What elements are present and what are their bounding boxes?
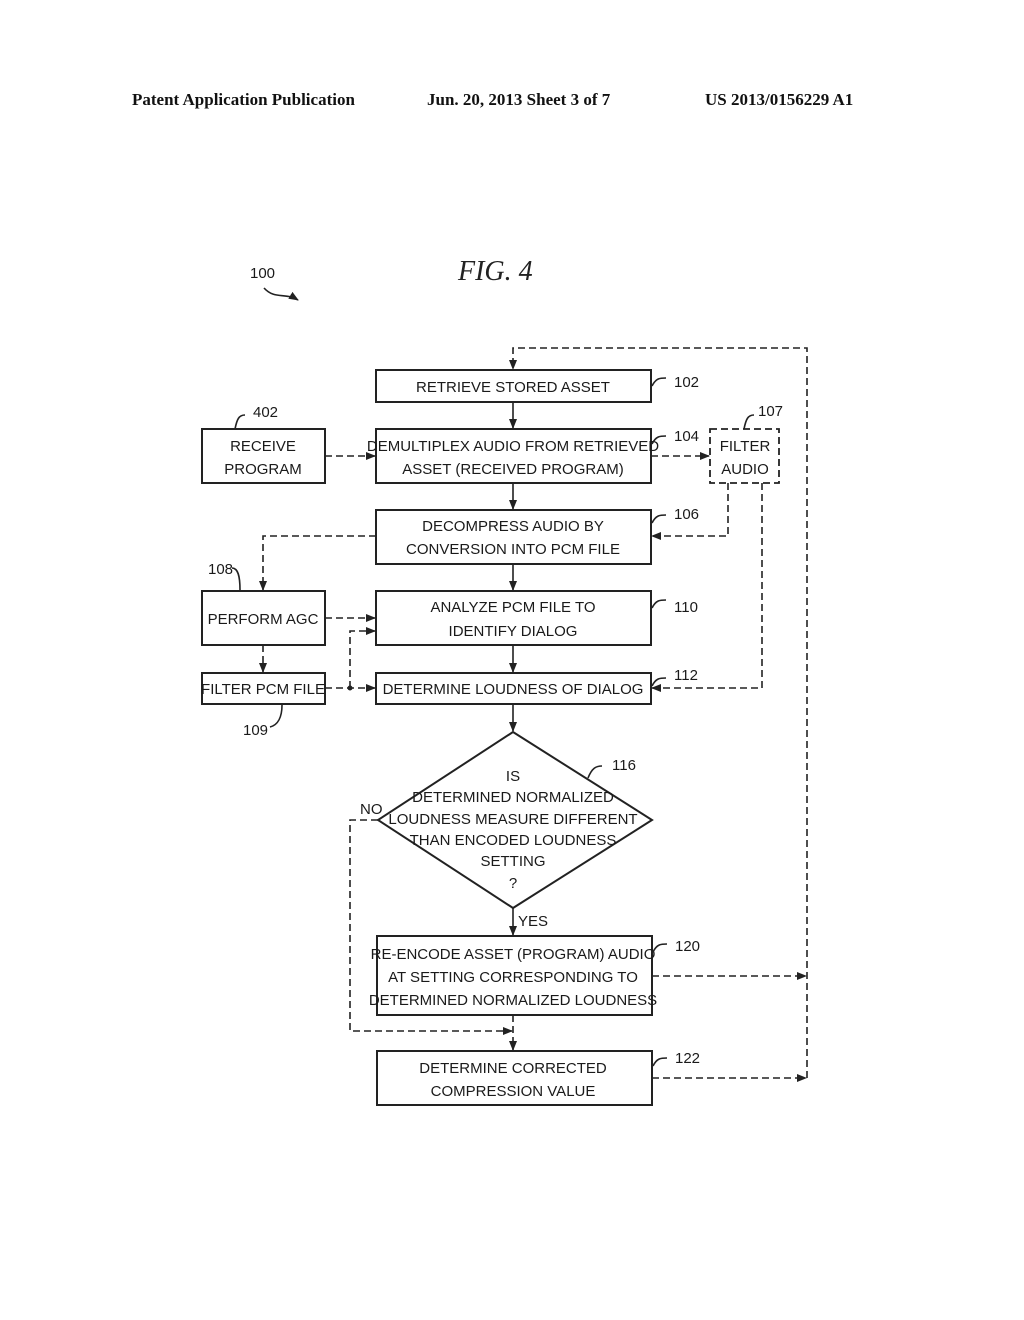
leader-112 — [651, 677, 667, 687]
node-112-text: DETERMINE LOUDNESS OF DIALOG — [383, 681, 644, 698]
ref-120: 120 — [675, 938, 700, 955]
figure-ref-100: 100 — [250, 265, 275, 282]
ref-107: 107 — [758, 403, 783, 420]
edge-label-no: NO — [360, 801, 383, 818]
leader-116 — [587, 765, 603, 779]
edge-106-108 — [259, 535, 376, 591]
leader-402 — [234, 414, 246, 430]
node-110: ANALYZE PCM FILE TO IDENTIFY DIALOG — [375, 590, 652, 646]
node-109: FILTER PCM FILE — [201, 672, 326, 705]
node-116-text-5: SETTING — [480, 853, 545, 870]
node-120-text-2: AT SETTING CORRESPONDING TO — [388, 969, 638, 986]
node-122-text-1: DETERMINE CORRECTED — [419, 1060, 607, 1077]
node-402-text-1: RECEIVE — [230, 438, 296, 455]
node-102: RETRIEVE STORED ASSET — [375, 369, 652, 403]
node-108: PERFORM AGC — [201, 590, 326, 646]
leader-106 — [651, 514, 667, 524]
node-107-text-1: FILTER — [720, 438, 771, 455]
node-116-text-3: LOUDNESS MEASURE DIFFERENT — [388, 811, 637, 828]
node-108-text: PERFORM AGC — [208, 611, 319, 628]
figure-title: FIG. 4 — [457, 256, 533, 287]
edge-109-110 — [349, 627, 376, 688]
node-106-text-1: DECOMPRESS AUDIO BY — [422, 518, 604, 535]
ref-104: 104 — [674, 428, 699, 445]
node-112: DETERMINE LOUDNESS OF DIALOG — [375, 672, 652, 705]
edge-label-yes: YES — [518, 913, 548, 930]
node-402: RECEIVE PROGRAM — [201, 428, 326, 484]
node-122-text-2: COMPRESSION VALUE — [431, 1083, 596, 1100]
node-110-text-2: IDENTIFY DIALOG — [449, 623, 578, 640]
node-116-text-2: DETERMINED NORMALIZED — [412, 789, 614, 806]
node-116-text-1: IS — [506, 768, 520, 785]
node-110-text-1: ANALYZE PCM FILE TO — [430, 599, 595, 616]
node-120-text-3: DETERMINED NORMALIZED LOUDNESS — [369, 992, 657, 1009]
node-116-text-6: ? — [509, 875, 517, 892]
node-106-text-2: CONVERSION INTO PCM FILE — [406, 541, 620, 558]
ref-106: 106 — [674, 506, 699, 523]
node-104-text-1: DEMULTIPLEX AUDIO FROM RETRIEVED — [367, 438, 659, 455]
node-122: DETERMINE CORRECTED COMPRESSION VALUE — [376, 1050, 653, 1106]
node-104: DEMULTIPLEX AUDIO FROM RETRIEVED ASSET (… — [367, 428, 659, 484]
node-116-decision: IS DETERMINED NORMALIZED LOUDNESS MEASUR… — [376, 730, 654, 910]
node-104-text-2: ASSET (RECEIVED PROGRAM) — [402, 461, 623, 478]
node-402-text-2: PROGRAM — [224, 461, 302, 478]
node-109-text: FILTER PCM FILE — [201, 681, 325, 698]
ref-108: 108 — [208, 561, 233, 578]
node-120-text-1: RE-ENCODE ASSET (PROGRAM) AUDIO — [371, 946, 656, 963]
ref-112: 112 — [674, 667, 698, 684]
ref-110: 110 — [674, 599, 698, 616]
leader-108 — [231, 567, 241, 591]
node-120: RE-ENCODE ASSET (PROGRAM) AUDIO AT SETTI… — [369, 935, 657, 1016]
leader-122 — [652, 1057, 668, 1067]
figure-ref-arrow — [263, 287, 299, 301]
ref-109: 109 — [243, 722, 268, 739]
ref-102: 102 — [674, 374, 699, 391]
leader-110 — [651, 599, 667, 609]
ref-116: 116 — [612, 757, 636, 774]
node-106: DECOMPRESS AUDIO BY CONVERSION INTO PCM … — [375, 509, 652, 565]
node-107-text-2: AUDIO — [721, 461, 769, 478]
node-107: FILTER AUDIO — [709, 428, 780, 484]
leader-102 — [651, 377, 667, 387]
node-116-text-4: THAN ENCODED LOUDNESS — [410, 832, 617, 849]
node-102-text: RETRIEVE STORED ASSET — [416, 379, 610, 396]
ref-122: 122 — [675, 1050, 700, 1067]
leader-109 — [269, 704, 283, 728]
edge-107-112 — [651, 483, 763, 692]
leader-107 — [743, 414, 755, 430]
flowchart-diagram: FIG. 4 100 RETRIEVE STORED ASSET DEMULTI… — [201, 256, 808, 1106]
ref-402: 402 — [253, 404, 278, 421]
